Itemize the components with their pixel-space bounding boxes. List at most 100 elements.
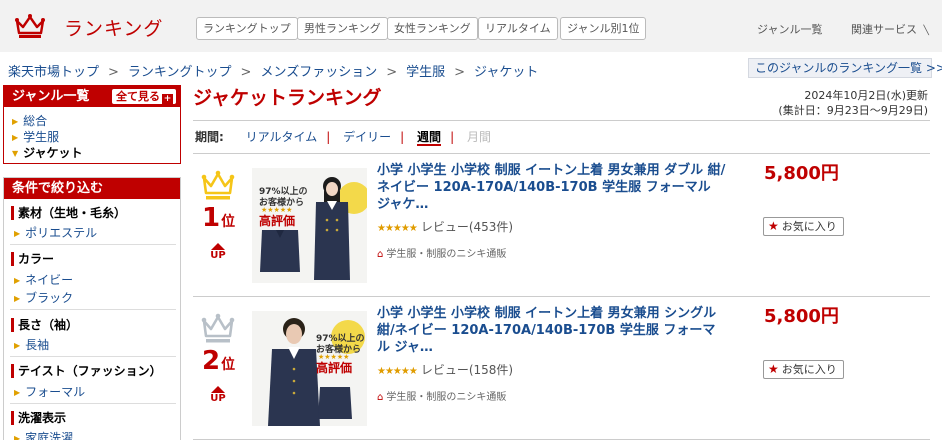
divider — [193, 120, 930, 121]
show-all-button[interactable]: 全て見る + — [112, 89, 176, 105]
review-count: レビュー(453件) — [420, 220, 514, 234]
filter-group-washing: 洗濯表示 — [11, 411, 66, 425]
badge-line-3: 高評価 — [259, 214, 296, 228]
shop-link[interactable]: ⌂ 学生服・制服のニシキ通販 — [377, 245, 506, 260]
genre-panel-header: ジャンル一覧 全て見る + — [4, 86, 180, 107]
filter-item-formal[interactable]: ▶ フォーマル — [14, 383, 85, 400]
chevron-down-icon: ╲ — [923, 26, 929, 36]
product-title[interactable]: 小学 小学生 小学校 制服 イートン上着 男女兼用 ダブル 紺/ネイビー 120… — [377, 162, 727, 213]
breadcrumb-item[interactable]: ランキングトップ — [128, 65, 232, 80]
trend-label: UP — [210, 393, 226, 404]
star-icon: ★ — [768, 362, 779, 376]
filter-item-black[interactable]: ▶ ブラック — [14, 289, 73, 306]
genre-item-jacket: ▼ ジャケット — [12, 144, 83, 161]
badge-line-3: 高評価 — [316, 361, 353, 375]
trend-up: UP — [208, 386, 228, 404]
price: 5,800円 — [764, 163, 839, 184]
filter-group-material: 素材（生地・毛糸） — [11, 206, 126, 220]
trend-label: UP — [210, 250, 226, 261]
update-info: 2024年10月2日(水)更新 (集計日：9月23日～9月29日) — [778, 88, 928, 118]
breadcrumb-separator: > — [386, 65, 398, 80]
tab-genre-top[interactable]: ジャンル別1位 — [560, 17, 647, 40]
filter-item-long-sleeve[interactable]: ▶ 長袖 — [14, 336, 49, 353]
triangle-right-icon: ▶ — [12, 117, 19, 126]
triangle-right-icon: ▶ — [14, 434, 21, 440]
divider — [10, 403, 176, 404]
genre-panel: ジャンル一覧 全て見る + ▶ 総合 ▶ 学生服 ▼ ジャケット — [3, 85, 181, 164]
logo-text[interactable]: ランキング — [64, 14, 163, 41]
genre-ranking-list-button[interactable]: このジャンルのランキング一覧 >> — [748, 58, 942, 78]
divider: | — [326, 130, 331, 144]
shop-name: 学生服・制服のニシキ通販 — [386, 249, 507, 260]
divider: | — [450, 130, 455, 144]
price: 5,800円 — [764, 306, 839, 327]
filter-item-navy[interactable]: ▶ ネイビー — [14, 271, 73, 288]
triangle-right-icon: ▶ — [14, 294, 21, 303]
favorite-button[interactable]: ★ お気に入り — [763, 360, 844, 379]
filter-group-sleeve-length: 長さ（袖） — [11, 318, 78, 332]
triangle-right-icon: ▶ — [14, 276, 21, 285]
crown-logo-icon[interactable] — [14, 12, 46, 40]
filter-group-color: カラー — [11, 252, 54, 266]
breadcrumb-separator: > — [108, 65, 119, 80]
tab-ranking-top[interactable]: ランキングトップ — [196, 17, 298, 40]
filter-item-label: ポリエステル — [25, 226, 98, 240]
rank-value: 1 — [202, 203, 221, 233]
triangle-right-icon: ▶ — [14, 229, 21, 238]
rank-number: 2位 — [202, 346, 235, 376]
tab-realtime[interactable]: リアルタイム — [478, 17, 558, 40]
breadcrumb-item[interactable]: 楽天市場トップ — [8, 65, 99, 80]
rating[interactable]: ★★★★★ レビュー(158件) — [377, 361, 513, 378]
shop-link[interactable]: ⌂ 学生服・制服のニシキ通販 — [377, 388, 506, 403]
period-label: 期間: — [195, 130, 224, 144]
rating-stars-icon: ★★★★★ — [377, 366, 418, 377]
favorite-label: お気に入り — [781, 363, 837, 376]
filter-item-label: ブラック — [25, 291, 74, 305]
breadcrumb-separator: > — [454, 65, 466, 80]
review-count: レビュー(158件) — [420, 363, 514, 377]
favorite-label: お気に入り — [781, 220, 837, 233]
filter-group-taste: テイスト（ファッション） — [11, 364, 162, 378]
filter-item-label: フォーマル — [25, 385, 86, 399]
rating-stars-icon: ★★★★★ — [377, 223, 418, 234]
tab-men-ranking[interactable]: 男性ランキング — [297, 17, 388, 40]
triangle-right-icon: ▶ — [14, 341, 21, 350]
period-realtime[interactable]: リアルタイム — [246, 130, 318, 144]
rank-suffix: 位 — [221, 357, 236, 373]
triangle-right-icon: ▶ — [12, 133, 19, 142]
ranking-item: 2位 UP 97%以上の お客様から ★★★★★ 高評価 小学 小学生 小学校 … — [193, 301, 930, 440]
period-daily[interactable]: デイリー — [343, 130, 391, 144]
genre-panel-title: ジャンル一覧 — [12, 89, 90, 104]
related-services-menu[interactable]: 関連サービス ╲ — [851, 21, 929, 37]
genre-item-all[interactable]: ▶ 総合 — [12, 112, 47, 129]
rank-suffix: 位 — [221, 214, 236, 230]
star-icon: ★ — [768, 219, 779, 233]
breadcrumb-item[interactable]: メンズファッション — [260, 65, 377, 80]
genre-list-link[interactable]: ジャンル一覧 — [757, 21, 822, 37]
filter-item-home-wash[interactable]: ▶ 家庭洗濯 — [14, 429, 73, 440]
product-image[interactable]: 97%以上の お客様から ★★★★★ 高評価 — [252, 311, 367, 426]
filter-panel-header: 条件で絞り込む — [4, 178, 180, 199]
gold-crown-icon — [201, 170, 235, 200]
genre-item-school-uniform[interactable]: ▶ 学生服 — [12, 128, 59, 145]
breadcrumb-item[interactable]: 学生服 — [406, 65, 445, 80]
filter-item-polyester[interactable]: ▶ ポリエステル — [14, 224, 97, 241]
trend-up: UP — [208, 243, 228, 261]
shop-icon: ⌂ — [377, 249, 384, 260]
divider — [193, 296, 930, 297]
divider — [193, 153, 930, 154]
tab-women-ranking[interactable]: 女性ランキング — [387, 17, 478, 40]
rating[interactable]: ★★★★★ レビュー(453件) — [377, 218, 513, 235]
divider: | — [400, 130, 405, 144]
breadcrumb-item[interactable]: ジャケット — [474, 65, 538, 80]
updated-date: 2024年10月2日(水)更新 — [804, 89, 928, 102]
rank-value: 2 — [202, 346, 221, 376]
filter-item-label: ネイビー — [25, 273, 74, 287]
filter-item-label: 家庭洗濯 — [25, 431, 74, 440]
divider — [10, 244, 176, 245]
favorite-button[interactable]: ★ お気に入り — [763, 217, 844, 236]
product-title[interactable]: 小学 小学生 小学校 制服 イートン上着 男女兼用 シングル 紺/ネイビー 12… — [377, 305, 727, 356]
triangle-down-icon: ▼ — [12, 149, 19, 158]
triangle-right-icon: ▶ — [14, 388, 21, 397]
product-image[interactable]: 97%以上の お客様から ★★★★★ 高評価 — [252, 168, 367, 283]
